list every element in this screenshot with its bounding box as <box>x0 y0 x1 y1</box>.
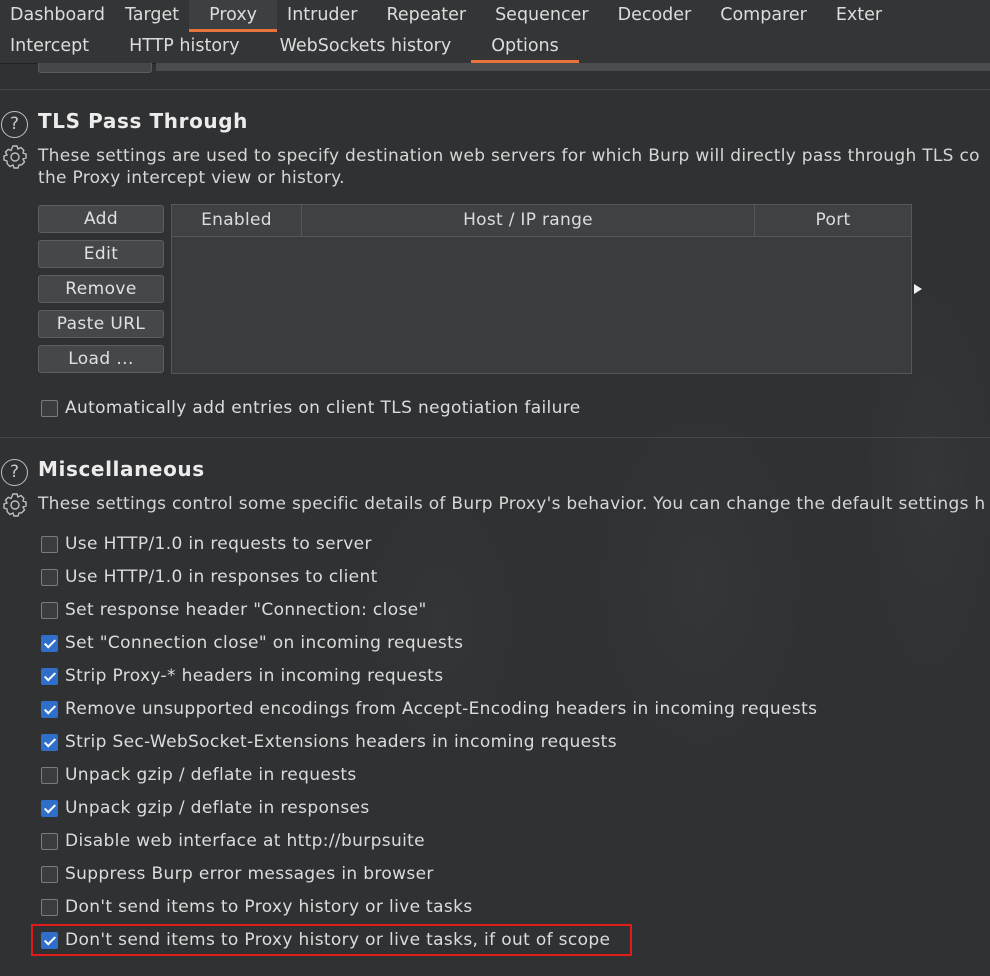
proxy-sub-tab-bar: Intercept HTTP history WebSockets histor… <box>0 32 990 64</box>
tls-pass-through-description-2: the Proxy intercept view or history. <box>38 168 345 188</box>
section-divider <box>0 437 990 438</box>
remove-button[interactable]: Remove <box>38 275 164 303</box>
checkbox[interactable] <box>41 535 58 553</box>
gear-icon[interactable] <box>1 143 28 170</box>
option-label: Unpack gzip / deflate in responses <box>65 798 370 818</box>
add-button[interactable]: Add <box>38 205 164 233</box>
checkbox[interactable] <box>41 601 58 619</box>
option-label: Automatically add entries on client TLS … <box>65 398 581 418</box>
tls-pass-through-table[interactable]: Enabled Host / IP range Port <box>171 204 912 374</box>
gear-icon[interactable] <box>1 491 28 518</box>
misc-option[interactable]: Unpack gzip / deflate in responses <box>41 796 370 820</box>
option-label: Set response header "Connection: close" <box>65 600 427 620</box>
tab-proxy[interactable]: Proxy <box>189 0 278 32</box>
checkbox-checked[interactable] <box>41 667 58 685</box>
tls-pass-through-title: TLS Pass Through <box>38 109 249 133</box>
option-label: Set "Connection close" on incoming reque… <box>65 633 464 653</box>
paste-url-button[interactable]: Paste URL <box>38 310 164 338</box>
tab-target[interactable]: Target <box>115 0 189 30</box>
misc-option[interactable]: Use HTTP/1.0 in requests to server <box>41 532 372 556</box>
previous-section-clipped-row <box>0 63 990 73</box>
checkbox[interactable] <box>41 766 58 784</box>
checkbox[interactable] <box>41 898 58 916</box>
previous-section-table-row[interactable] <box>156 63 990 71</box>
tab-extender[interactable]: Exter <box>817 0 882 30</box>
option-label: Strip Proxy-* headers in incoming reques… <box>65 666 444 686</box>
misc-option[interactable]: Unpack gzip / deflate in requests <box>41 763 357 787</box>
main-tab-bar: Dashboard Target Proxy Intruder Repeater… <box>0 0 990 32</box>
highlight-box <box>31 924 632 956</box>
table-header: Enabled Host / IP range Port <box>172 205 911 237</box>
miscellaneous-description: These settings control some specific det… <box>38 494 986 514</box>
load-button[interactable]: Load ... <box>38 345 164 373</box>
tls-pass-through-description: These settings are used to specify desti… <box>38 146 980 166</box>
option-label: Unpack gzip / deflate in requests <box>65 765 357 785</box>
option-label: Don't send items to Proxy history or liv… <box>65 897 473 917</box>
tab-sequencer[interactable]: Sequencer <box>476 0 599 30</box>
column-enabled[interactable]: Enabled <box>172 205 302 236</box>
misc-option[interactable]: Suppress Burp error messages in browser <box>41 862 434 886</box>
checkbox[interactable] <box>41 832 58 850</box>
checkbox-checked[interactable] <box>41 799 58 817</box>
question-circle-icon[interactable]: ? <box>1 459 28 486</box>
tab-options[interactable]: Options <box>471 32 579 63</box>
misc-option[interactable]: Strip Proxy-* headers in incoming reques… <box>41 664 443 688</box>
tab-intruder[interactable]: Intruder <box>277 0 367 30</box>
misc-option[interactable]: Remove unsupported encodings from Accept… <box>41 697 817 721</box>
option-label: Suppress Burp error messages in browser <box>65 864 434 884</box>
edit-button[interactable]: Edit <box>38 240 164 268</box>
miscellaneous-title: Miscellaneous <box>38 457 205 481</box>
checkbox-checked[interactable] <box>41 634 58 652</box>
misc-option[interactable]: Set response header "Connection: close" <box>41 598 427 622</box>
option-label: Remove unsupported encodings from Accept… <box>65 699 818 719</box>
checkbox[interactable] <box>41 865 58 883</box>
tab-http-history[interactable]: HTTP history <box>109 32 260 61</box>
option-label: Disable web interface at http://burpsuit… <box>65 831 425 851</box>
misc-option[interactable]: Use HTTP/1.0 in responses to client <box>41 565 378 589</box>
misc-option[interactable]: Strip Sec-WebSocket-Extensions headers i… <box>41 730 617 754</box>
tab-decoder[interactable]: Decoder <box>599 0 702 30</box>
tab-comparer[interactable]: Comparer <box>701 0 817 30</box>
column-port[interactable]: Port <box>755 205 911 236</box>
question-circle-icon[interactable]: ? <box>1 111 28 138</box>
checkbox[interactable] <box>41 399 58 417</box>
misc-option[interactable]: Don't send items to Proxy history or liv… <box>41 895 473 919</box>
misc-option[interactable]: Disable web interface at http://burpsuit… <box>41 829 425 853</box>
column-host-ip-range[interactable]: Host / IP range <box>302 205 755 236</box>
option-label: Strip Sec-WebSocket-Extensions headers i… <box>65 732 617 752</box>
tab-dashboard[interactable]: Dashboard <box>0 0 115 30</box>
tab-websockets-history[interactable]: WebSockets history <box>260 32 472 61</box>
checkbox-checked[interactable] <box>41 733 58 751</box>
previous-section-button[interactable] <box>38 63 152 73</box>
tab-repeater[interactable]: Repeater <box>368 0 477 30</box>
misc-option[interactable]: Set "Connection close" on incoming reque… <box>41 631 463 655</box>
option-label: Use HTTP/1.0 in requests to server <box>65 534 372 554</box>
checkbox-checked[interactable] <box>41 700 58 718</box>
section-divider <box>0 89 990 90</box>
expand-arrow-icon[interactable] <box>914 284 922 294</box>
checkbox[interactable] <box>41 568 58 586</box>
option-label: Use HTTP/1.0 in responses to client <box>65 567 378 587</box>
auto-add-option[interactable]: Automatically add entries on client TLS … <box>41 396 581 420</box>
tab-intercept[interactable]: Intercept <box>0 32 109 61</box>
